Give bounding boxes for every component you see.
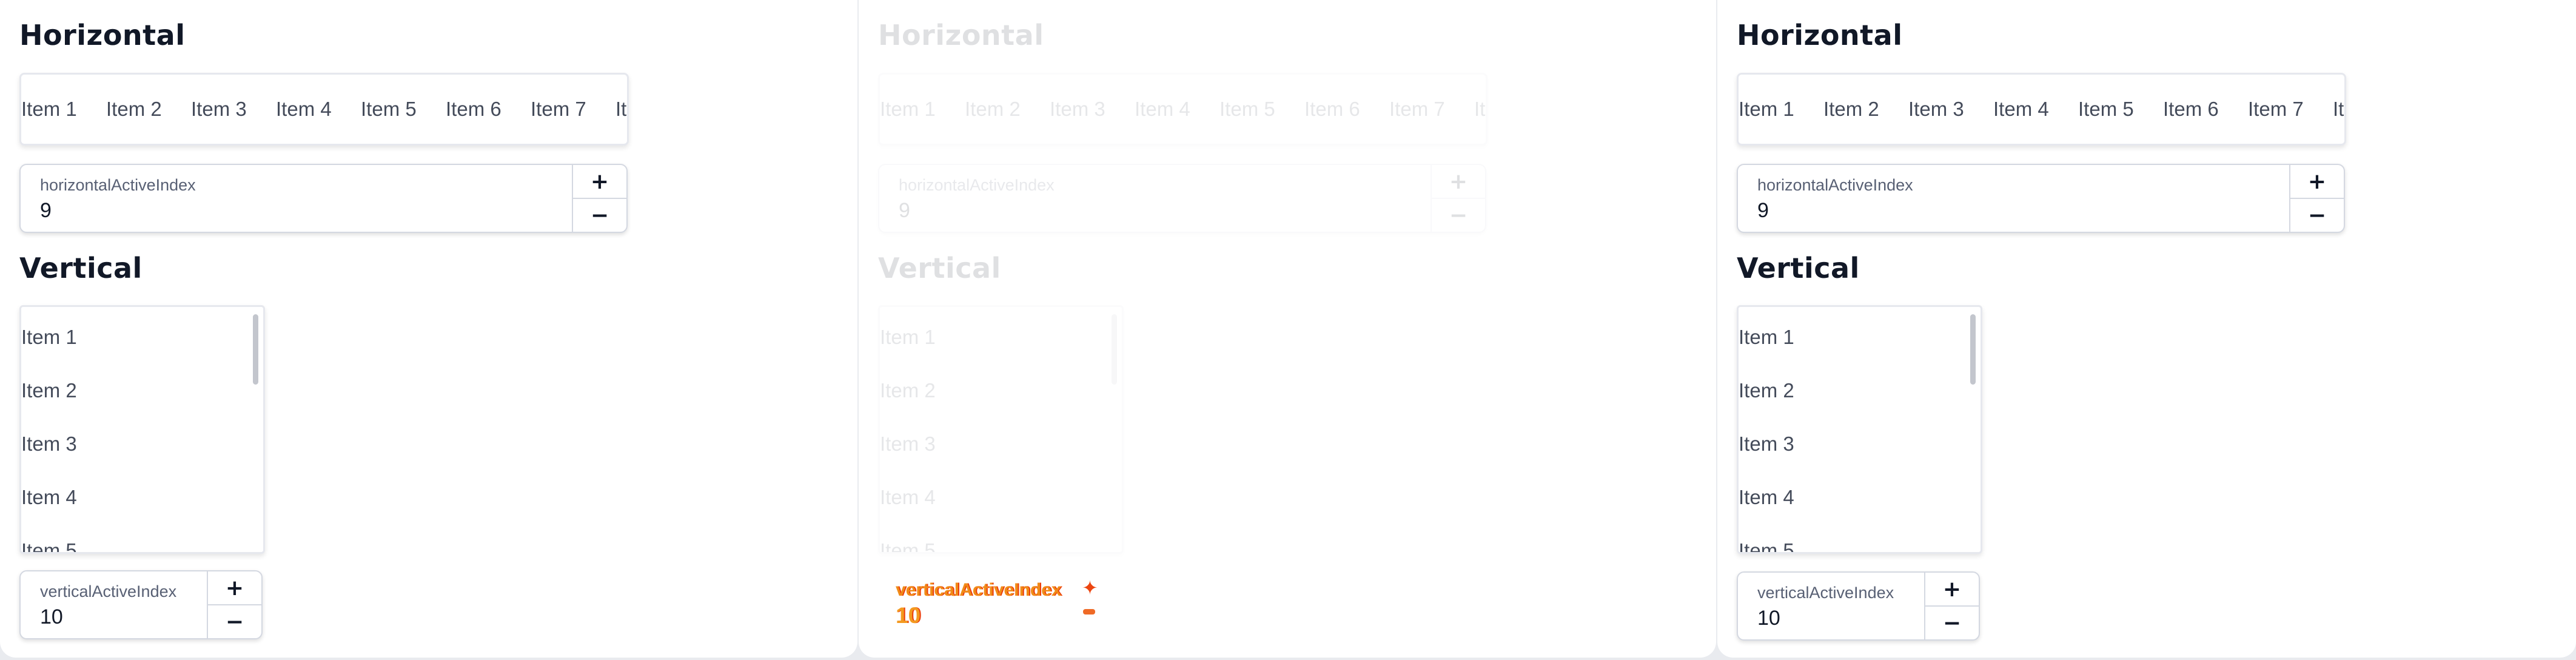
list-item[interactable]: Item 3 [191, 98, 276, 121]
scrollbar[interactable] [253, 314, 258, 385]
stepper-label: verticalActiveIndex [1757, 584, 1894, 602]
horizontal-heading: Horizontal [1737, 19, 1903, 52]
list-item[interactable]: Item 2 [965, 98, 1050, 121]
scrollbar[interactable] [1970, 314, 1976, 385]
list-item[interactable]: Item 3 [21, 417, 77, 471]
list-item[interactable]: Item 8 [1474, 98, 1486, 121]
list-item[interactable]: Item 5 [21, 524, 77, 552]
list-item[interactable]: Item 5 [1739, 524, 1794, 552]
stepper-label: verticalActiveIndex [40, 582, 177, 601]
horizontal-active-index-stepper[interactable]: horizontalActiveIndex 9 + − [878, 164, 1486, 233]
stepper-value[interactable]: 9 [1757, 199, 1769, 223]
list-item[interactable]: Item 3 [880, 417, 936, 471]
stepper-label: horizontalActiveIndex [899, 176, 1055, 194]
list-item[interactable]: Item 5 [2078, 98, 2163, 121]
decrement-button[interactable]: − [208, 605, 261, 638]
horizontal-heading: Horizontal [878, 19, 1044, 52]
stepper-buttons: + − [572, 165, 626, 232]
stepper-buttons: + − [1924, 573, 1979, 639]
stepper-buttons: + − [2289, 165, 2344, 232]
scrollbar[interactable] [1112, 314, 1117, 385]
list-item[interactable]: Item 7 [2248, 98, 2333, 121]
list-item[interactable]: Item 4 [880, 471, 936, 524]
list-item[interactable]: Item 4 [21, 471, 77, 524]
horizontal-list-track: Item 1 Item 2 Item 3 Item 4 Item 5 Item … [880, 75, 1486, 144]
list-item[interactable]: Item 5 [1219, 98, 1304, 121]
list-item[interactable]: Item 4 [276, 98, 361, 121]
list-item[interactable]: Item 2 [106, 98, 191, 121]
list-item[interactable]: Item 6 [1304, 98, 1389, 121]
list-item[interactable]: Item 2 [880, 364, 936, 417]
stepper-buttons: + − [207, 571, 261, 638]
vertical-active-index-stepper[interactable]: verticalActiveIndex 10 + − [19, 570, 263, 639]
horizontal-active-index-stepper[interactable]: horizontalActiveIndex 9 + − [1737, 164, 2345, 233]
list-item[interactable]: Item 5 [361, 98, 446, 121]
list-item[interactable]: Item 1 [21, 311, 77, 364]
panel-content: Horizontal Item 1 Item 2 Item 3 Item 4 I… [859, 0, 1716, 658]
vertical-active-index-stepper[interactable]: verticalActiveIndex 10 ✦ [874, 570, 1112, 637]
horizontal-list[interactable]: Item 1 Item 2 Item 3 Item 4 Item 5 Item … [19, 73, 629, 146]
list-item[interactable]: Item 5 [880, 524, 936, 552]
panel-right: Horizontal Item 1 Item 2 Item 3 Item 4 I… [1717, 0, 2576, 658]
panel-left: Horizontal Item 1 Item 2 Item 3 Item 4 I… [0, 0, 857, 658]
list-item[interactable]: Item 1 [880, 98, 965, 121]
list-item[interactable]: Item 2 [21, 364, 77, 417]
vertical-active-index-stepper[interactable]: verticalActiveIndex 10 + − [1737, 571, 1980, 641]
horizontal-active-index-stepper[interactable]: horizontalActiveIndex 9 + − [19, 164, 628, 233]
list-item[interactable]: Item 6 [446, 98, 531, 121]
list-item[interactable]: Item 2 [1739, 364, 1794, 417]
decrement-button[interactable]: − [573, 199, 626, 232]
vertical-list[interactable]: Item 1 Item 2 Item 3 Item 4 Item 5 [19, 305, 265, 554]
panel-content: Horizontal Item 1 Item 2 Item 3 Item 4 I… [1717, 0, 2576, 658]
stepper-value[interactable]: 10 [1757, 607, 1780, 630]
list-item[interactable]: Item 3 [1050, 98, 1135, 121]
list-item[interactable]: Item 1 [21, 98, 106, 121]
increment-button[interactable]: + [573, 165, 626, 199]
panel-middle: Horizontal Item 1 Item 2 Item 3 Item 4 I… [859, 0, 1716, 658]
vertical-list[interactable]: Item 1 Item 2 Item 3 Item 4 Item 5 [878, 305, 1124, 554]
list-item[interactable]: Item 2 [1823, 98, 1908, 121]
decrement-button[interactable]: − [1925, 607, 1979, 639]
vertical-heading: Vertical [1737, 252, 1860, 285]
decrement-button[interactable]: − [2290, 199, 2344, 232]
decrement-button[interactable]: − [1432, 199, 1485, 232]
increment-button[interactable]: + [1432, 165, 1485, 199]
horizontal-list-track: Item 1 Item 2 Item 3 Item 4 Item 5 Item … [21, 75, 627, 144]
vertical-heading: Vertical [878, 252, 1001, 285]
stepper-value[interactable]: 9 [40, 199, 52, 223]
list-item[interactable]: Item 1 [880, 311, 936, 364]
list-item[interactable]: Item 3 [1908, 98, 1993, 121]
list-item[interactable]: Item 8 [2333, 98, 2344, 121]
list-item[interactable]: Item 4 [1993, 98, 2078, 121]
stepper-value[interactable]: 10 [40, 605, 63, 629]
stepper-label: horizontalActiveIndex [40, 176, 196, 194]
stepper-value[interactable]: 9 [899, 199, 910, 223]
stepper-value[interactable]: 10 [896, 603, 921, 628]
horizontal-list[interactable]: Item 1 Item 2 Item 3 Item 4 Item 5 Item … [878, 73, 1488, 146]
increment-button[interactable]: ✦ [1082, 576, 1098, 599]
list-item[interactable]: Item 7 [1389, 98, 1474, 121]
vertical-heading: Vertical [19, 252, 143, 285]
list-item[interactable]: Item 4 [1739, 471, 1794, 524]
list-item[interactable]: Item 8 [615, 98, 627, 121]
app-root: Horizontal Item 1 Item 2 Item 3 Item 4 I… [0, 0, 2576, 660]
list-item[interactable]: Item 6 [2163, 98, 2248, 121]
stepper-buttons: + − [1431, 165, 1485, 232]
list-item[interactable]: Item 3 [1739, 417, 1794, 471]
decrement-button[interactable] [1083, 609, 1095, 615]
horizontal-list-track: Item 1 Item 2 Item 3 Item 4 Item 5 Item … [1739, 75, 2344, 144]
increment-button[interactable]: + [1925, 573, 1979, 607]
stepper-label: horizontalActiveIndex [1757, 176, 1913, 194]
increment-button[interactable]: + [2290, 165, 2344, 199]
horizontal-heading: Horizontal [19, 19, 186, 52]
list-item[interactable]: Item 1 [1739, 98, 1823, 121]
list-item[interactable]: Item 1 [1739, 311, 1794, 364]
stepper-label: verticalActiveIndex [896, 580, 1062, 600]
list-item[interactable]: Item 4 [1135, 98, 1219, 121]
increment-button[interactable]: + [208, 571, 261, 605]
horizontal-list[interactable]: Item 1 Item 2 Item 3 Item 4 Item 5 Item … [1737, 73, 2346, 146]
list-item[interactable]: Item 7 [531, 98, 615, 121]
vertical-list[interactable]: Item 1 Item 2 Item 3 Item 4 Item 5 [1737, 305, 1982, 554]
panel-content: Horizontal Item 1 Item 2 Item 3 Item 4 I… [0, 0, 857, 658]
